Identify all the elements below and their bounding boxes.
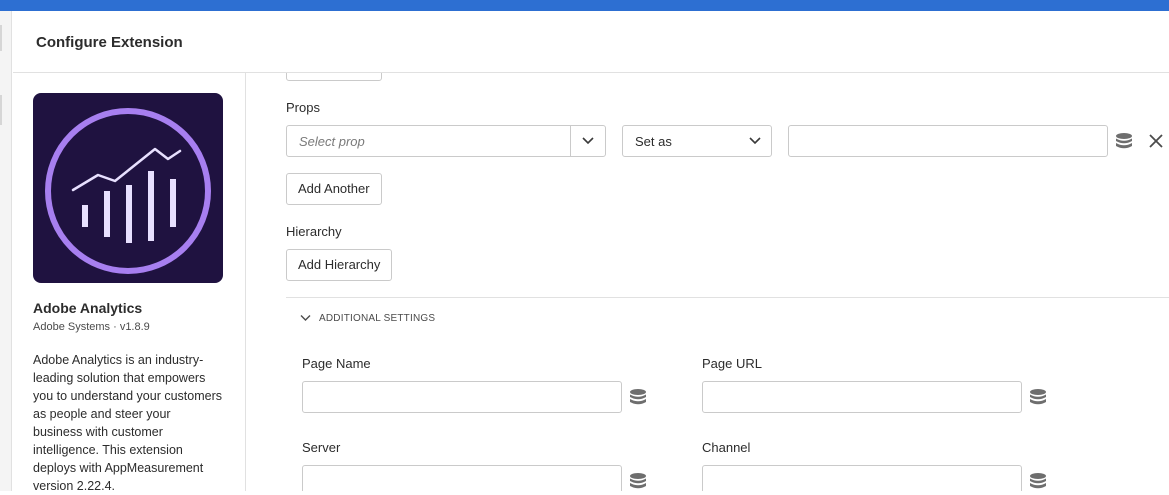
combobox-toggle[interactable] (570, 126, 605, 156)
channel-label: Channel (702, 440, 751, 455)
scrolled-button-edge[interactable] (286, 73, 382, 81)
extension-meta: Adobe Systems · v1.8.9 (33, 321, 150, 333)
server-label: Server (302, 440, 341, 455)
adobe-analytics-logo (33, 93, 223, 283)
additional-settings-toggle[interactable]: ADDITIONAL SETTINGS (300, 310, 435, 326)
database-icon[interactable] (1115, 132, 1133, 150)
chevron-down-icon (300, 315, 311, 321)
main-content: Props Set as Add Another Hierarchy Add H… (246, 73, 1169, 491)
page-name-label: Page Name (302, 356, 371, 371)
extension-name: Adobe Analytics (33, 300, 143, 316)
props-label: Props (286, 100, 320, 115)
page-url-label: Page URL (702, 356, 762, 371)
rail-marker (0, 25, 2, 51)
set-as-select[interactable]: Set as (622, 125, 772, 157)
database-icon[interactable] (1029, 472, 1047, 490)
channel-input[interactable] (702, 465, 1022, 491)
chevron-down-icon (749, 137, 761, 145)
database-icon[interactable] (629, 472, 647, 490)
database-icon[interactable] (629, 388, 647, 406)
hierarchy-label: Hierarchy (286, 224, 342, 239)
close-icon[interactable] (1148, 133, 1164, 149)
rail-marker (0, 95, 2, 125)
extension-sidebar: Adobe Analytics Adobe Systems · v1.8.9 A… (13, 73, 246, 493)
prop-combobox[interactable] (286, 125, 606, 157)
page-title: Configure Extension (36, 34, 183, 51)
prop-value-input[interactable] (788, 125, 1108, 157)
top-bar (0, 0, 1169, 11)
additional-settings-label: ADDITIONAL SETTINGS (319, 312, 436, 324)
header: Configure Extension (13, 11, 1169, 73)
select-prop-input[interactable] (287, 126, 571, 156)
chevron-down-icon (582, 137, 594, 145)
add-another-button[interactable]: Add Another (286, 173, 382, 205)
server-input[interactable] (302, 465, 622, 491)
left-rail (0, 11, 12, 491)
set-as-value: Set as (635, 134, 672, 149)
section-divider (286, 297, 1169, 298)
extension-description: Adobe Analytics is an industry-leading s… (33, 353, 222, 493)
page-name-input[interactable] (302, 381, 622, 413)
page-url-input[interactable] (702, 381, 1022, 413)
add-hierarchy-button[interactable]: Add Hierarchy (286, 249, 393, 281)
database-icon[interactable] (1029, 388, 1047, 406)
